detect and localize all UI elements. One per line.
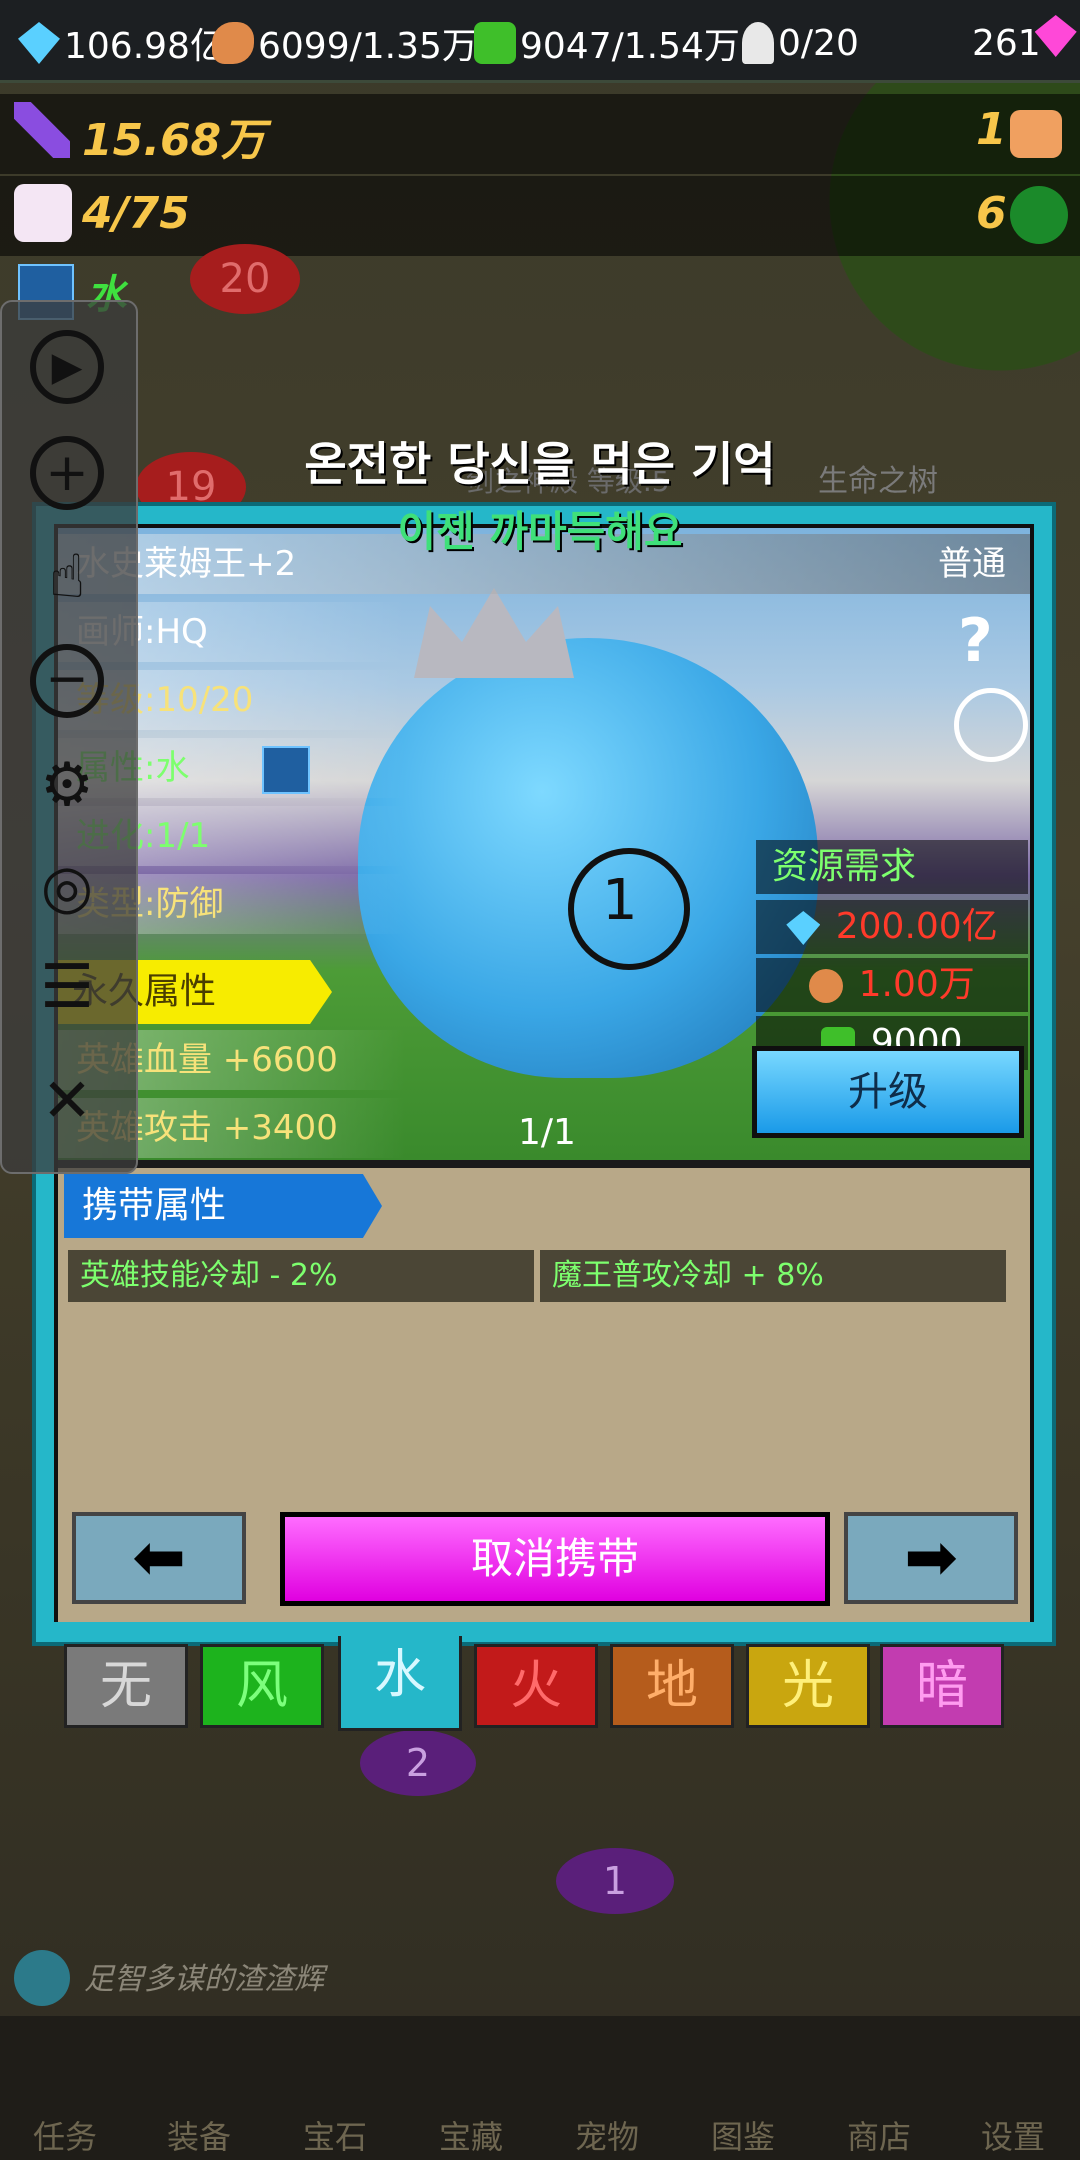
tab-element-earth[interactable]: 地 [610, 1644, 734, 1728]
nav-quest[interactable]: 任务 [0, 2016, 130, 2160]
card-inner: 1 ? 水史莱姆王+2 普通 画师:HQ 等级:10/20 属性:水 进化:1/… [54, 524, 1034, 1622]
map-badge-1[interactable]: 1 [556, 1848, 674, 1914]
carry-attr-2: 魔王普攻冷却 + 8% [540, 1250, 1006, 1302]
gear-icon[interactable]: ⚙ [30, 748, 104, 822]
nav-pets[interactable]: 宠物 [542, 2016, 672, 2160]
diamond-counter: 106.98亿 [18, 18, 226, 68]
nav-equipment[interactable]: 装备 [134, 2016, 264, 2160]
monster-count: 4/75 [82, 188, 190, 239]
meat-counter: 6099/1.35万 [212, 18, 478, 68]
pink-gem-counter: 261 [972, 15, 1080, 68]
carry-section: 携带属性 英雄技能冷却 - 2% 魔王普攻冷却 + 8% ⬅ 取消携带 ➡ [58, 1164, 1030, 1622]
nav-codex[interactable]: 图鉴 [678, 2016, 808, 2160]
bottom-nav: 任务 装备 宝石 宝藏 宠物 图鉴 商店 设置 [0, 2016, 1080, 2160]
overlay-subtitle: 이젠 까마득해요 [397, 507, 683, 556]
tab-element-wind[interactable]: 风 [200, 1644, 324, 1728]
tab-element-none[interactable]: 无 [64, 1644, 188, 1728]
nav-treasure[interactable]: 宝藏 [406, 2016, 536, 2160]
water-attribute-icon [262, 746, 310, 794]
hint-text: 足智多谋的渣渣辉 [84, 1962, 324, 1997]
monster-artwork: 1 ? 水史莱姆王+2 普通 画师:HQ 等级:10/20 属性:水 进化:1/… [58, 528, 1030, 1160]
menu-icon[interactable]: ☰ [30, 950, 104, 1024]
hero-avatar-icon [14, 1950, 70, 2006]
nav-settings[interactable]: 设置 [948, 2016, 1078, 2160]
monster-card-panel: 1 ? 水史莱姆王+2 普通 画师:HQ 等级:10/20 属性:水 进化:1/… [32, 502, 1056, 1646]
arrow-left-icon: ⬅ [132, 1521, 186, 1595]
power-value: 15.68万 [82, 115, 266, 166]
page-indicator: 1/1 [518, 1112, 576, 1153]
play-icon[interactable]: ▶ [30, 330, 104, 404]
ghost-counter: 0/20 [742, 18, 859, 68]
carry-attr-tag: 携带属性 [64, 1174, 382, 1238]
nav-shop[interactable]: 商店 [814, 2016, 944, 2160]
gem-counter: 9047/1.54万 [474, 18, 740, 68]
meat-bag-icon [1010, 110, 1062, 158]
meat-icon [809, 969, 844, 1003]
crosshair-number: 1 [602, 868, 638, 933]
upgrade-button[interactable]: 升级 [752, 1046, 1024, 1138]
overlay-title: 온전한 당신을 먹은 기억 [304, 437, 776, 491]
pink-gem-icon [1034, 15, 1077, 57]
zoom-out-icon[interactable]: − [30, 644, 104, 718]
help-icon[interactable]: ? [958, 606, 993, 676]
water-slime-king-image [358, 638, 818, 1078]
eye-off-icon[interactable]: ◎ [30, 850, 104, 924]
map-badge-20[interactable]: 20 [190, 244, 300, 314]
right-count-1: 1 [976, 104, 1007, 155]
crown-icon [414, 588, 574, 678]
skull-icon[interactable] [954, 688, 1028, 762]
prev-button[interactable]: ⬅ [72, 1512, 246, 1604]
next-button[interactable]: ➡ [844, 1512, 1018, 1604]
nav-gems[interactable]: 宝石 [270, 2016, 400, 2160]
tab-element-water[interactable]: 水 [338, 1636, 462, 1731]
tree-seed-icon [1010, 186, 1068, 244]
green-gem-icon [474, 22, 516, 64]
resource-title: 资源需求 [756, 840, 1028, 894]
tab-element-dark[interactable]: 暗 [880, 1644, 1004, 1728]
right-count-2: 6 [976, 188, 1007, 239]
arrow-right-icon: ➡ [904, 1521, 958, 1595]
diamond-icon [786, 911, 821, 945]
cat-monster-icon [14, 184, 72, 242]
carry-attr-1: 英雄技能冷却 - 2% [68, 1250, 534, 1302]
diamond-icon [18, 22, 60, 64]
close-icon[interactable]: ✕ [30, 1064, 104, 1138]
tab-element-light[interactable]: 光 [746, 1644, 870, 1728]
ghost-icon [742, 22, 774, 64]
cost-diamond: 200.00亿 [756, 900, 1028, 954]
map-badge-2[interactable]: 2 [360, 1730, 476, 1796]
meat-icon [212, 22, 254, 64]
tab-element-fire[interactable]: 火 [474, 1644, 598, 1728]
cost-meat: 1.00万 [756, 958, 1028, 1012]
floating-toolbar [0, 300, 138, 1174]
cancel-carry-button[interactable]: 取消携带 [280, 1512, 830, 1606]
